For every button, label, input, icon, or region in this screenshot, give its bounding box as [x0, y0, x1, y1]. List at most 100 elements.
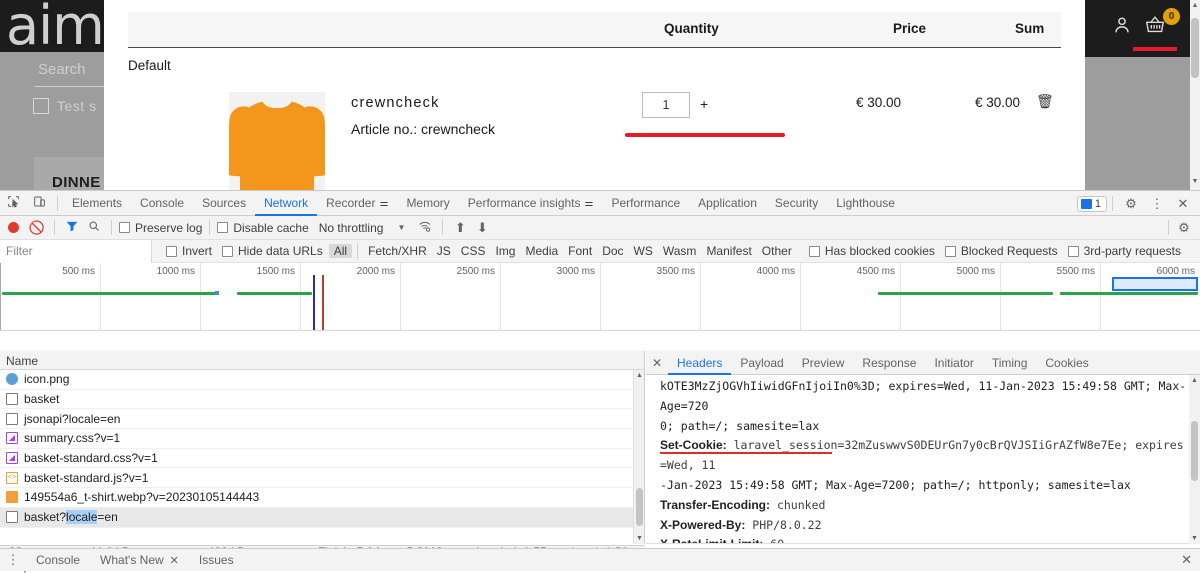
drawer-tab-issues[interactable]: Issues	[189, 553, 244, 567]
page-scrollbar-thumb[interactable]	[1191, 18, 1199, 78]
overview-selection-window[interactable]	[1112, 277, 1198, 291]
tab-performance-insights[interactable]: Performance insights ⚌	[459, 191, 603, 216]
third-party-requests-checkbox[interactable]: 3rd-party requests	[1067, 244, 1181, 258]
disable-cache-checkbox[interactable]: Disable cache	[217, 221, 309, 235]
preserve-log-checkbox[interactable]: Preserve log	[119, 221, 202, 235]
table-row[interactable]: basket?locale=en	[0, 507, 644, 528]
clear-icon[interactable]: 🚫	[27, 220, 47, 236]
tab-memory[interactable]: Memory	[397, 191, 458, 216]
table-row[interactable]: jsonapi?locale=en	[0, 409, 644, 430]
inspect-element-icon[interactable]	[0, 195, 26, 211]
filter-type-ws[interactable]: WS	[629, 244, 658, 258]
request-list-scrollbar-thumb[interactable]	[636, 488, 643, 526]
detail-scrollbar[interactable]: ▲ ▼	[1189, 375, 1200, 544]
tab-security[interactable]: Security	[766, 191, 827, 216]
throttling-select[interactable]: No throttling	[319, 221, 384, 235]
scroll-down-arrow[interactable]: ▼	[1191, 178, 1199, 185]
drawer-tab-console[interactable]: Console	[26, 553, 90, 567]
hide-data-urls-checkbox[interactable]: Hide data URLs	[222, 244, 323, 258]
search-icon[interactable]	[84, 220, 104, 235]
network-overview-timeline[interactable]: 500 ms 1000 ms 1500 ms 2000 ms 2500 ms 3…	[0, 263, 1200, 331]
table-row[interactable]: <> basket-standard.js?v=1	[0, 468, 644, 489]
scroll-up-arrow[interactable]: ▲	[1191, 377, 1198, 384]
blocked-requests-checkbox[interactable]: Blocked Requests	[944, 244, 1058, 258]
scroll-up-arrow[interactable]: ▲	[1191, 2, 1199, 9]
background-search-field[interactable]: Search	[0, 52, 120, 88]
filter-type-font[interactable]: Font	[563, 244, 597, 258]
table-row[interactable]: 149554a6_t-shirt.webp?v=20230105144443	[0, 488, 644, 508]
quantity-increase-button[interactable]: +	[700, 96, 708, 112]
page-scrollbar[interactable]: ▲ ▼	[1190, 0, 1200, 190]
filter-input[interactable]	[0, 239, 152, 263]
filter-type-wasm[interactable]: Wasm	[658, 244, 702, 258]
tab-performance[interactable]: Performance	[602, 191, 689, 216]
filter-type-manifest[interactable]: Manifest	[701, 244, 756, 258]
tab-recorder[interactable]: Recorder ⚌	[317, 191, 397, 216]
close-detail-icon[interactable]: ✕	[646, 356, 668, 370]
has-blocked-cookies-checkbox[interactable]: Has blocked cookies	[808, 244, 935, 258]
close-icon[interactable]: ✕	[170, 554, 179, 567]
table-row[interactable]: icon.png	[0, 370, 644, 390]
request-name: basket	[24, 392, 60, 407]
request-list-scrollbar[interactable]: ▲ ▼	[633, 370, 644, 544]
network-settings-gear-icon[interactable]: ⚙	[1174, 220, 1194, 236]
filter-icon[interactable]	[62, 220, 82, 235]
record-button[interactable]	[8, 222, 19, 233]
drawer-more-options-icon[interactable]: ⋮	[0, 552, 26, 568]
close-devtools-icon[interactable]: ✕	[1170, 196, 1196, 212]
request-table-header[interactable]: Name	[0, 351, 644, 370]
scroll-down-arrow[interactable]: ▼	[1191, 535, 1198, 542]
quantity-input[interactable]: 1	[642, 92, 690, 118]
trash-icon[interactable]: 🗑	[1036, 93, 1054, 110]
filter-type-img[interactable]: Img	[490, 244, 520, 258]
preserve-log-label: Preserve log	[135, 220, 203, 235]
scroll-down-arrow[interactable]: ▼	[636, 535, 643, 542]
overview-request-bar	[878, 292, 1053, 295]
filter-type-doc[interactable]: Doc	[597, 244, 628, 258]
tab-application[interactable]: Application	[689, 191, 766, 216]
export-har-icon[interactable]: ⬇	[472, 220, 492, 236]
filter-type-media[interactable]: Media	[520, 244, 563, 258]
invert-checkbox[interactable]: Invert	[166, 244, 212, 258]
product-title[interactable]: crewncheck	[351, 95, 440, 111]
filter-type-css[interactable]: CSS	[456, 244, 491, 258]
import-har-icon[interactable]: ⬆	[450, 220, 470, 236]
drawer-tab-whats-new[interactable]: What's New ✕	[90, 553, 189, 567]
table-row[interactable]: ◢ summary.css?v=1	[0, 429, 644, 449]
detail-tab-headers[interactable]: Headers	[668, 351, 731, 375]
tab-lighthouse[interactable]: Lighthouse	[827, 191, 904, 216]
background-checkbox[interactable]	[33, 98, 49, 114]
checkbox-box	[808, 245, 820, 257]
tab-console[interactable]: Console	[131, 191, 193, 216]
detail-scrollbar-thumb[interactable]	[1191, 421, 1198, 481]
message-count-badge[interactable]: 1	[1076, 195, 1107, 212]
table-row[interactable]: basket	[0, 390, 644, 410]
filter-type-js[interactable]: JS	[432, 244, 456, 258]
column-header-sum: Sum	[1015, 21, 1045, 36]
device-toolbar-icon[interactable]	[26, 195, 52, 211]
tab-sources[interactable]: Sources	[193, 191, 255, 216]
detail-tab-cookies[interactable]: Cookies	[1036, 351, 1097, 375]
overview-left-handle[interactable]	[0, 263, 1, 330]
tab-network[interactable]: Network	[255, 191, 317, 216]
detail-tab-payload[interactable]: Payload	[731, 351, 792, 375]
tab-elements[interactable]: Elements	[63, 191, 131, 216]
detail-tab-preview[interactable]: Preview	[793, 351, 854, 375]
settings-gear-icon[interactable]: ⚙	[1118, 196, 1144, 212]
filter-type-fetch-xhr[interactable]: Fetch/XHR	[363, 244, 432, 258]
detail-tab-initiator[interactable]: Initiator	[925, 351, 982, 375]
table-row[interactable]: ◢ basket-standard.css?v=1	[0, 449, 644, 469]
detail-tab-timing[interactable]: Timing	[983, 351, 1037, 375]
scroll-up-arrow[interactable]: ▲	[636, 372, 643, 379]
detail-tab-response[interactable]: Response	[853, 351, 925, 375]
more-options-icon[interactable]: ⋮	[1144, 196, 1170, 212]
network-conditions-icon[interactable]	[415, 220, 435, 236]
person-icon[interactable]	[1111, 14, 1133, 39]
chevron-down-icon[interactable]: ▼	[397, 223, 405, 232]
overview-request-bar	[237, 292, 312, 295]
gridline	[900, 263, 901, 330]
close-drawer-icon[interactable]: ✕	[1181, 552, 1192, 568]
filter-type-all[interactable]: All	[328, 244, 353, 258]
filter-type-other[interactable]: Other	[757, 244, 797, 258]
product-thumbnail[interactable]	[229, 92, 325, 190]
